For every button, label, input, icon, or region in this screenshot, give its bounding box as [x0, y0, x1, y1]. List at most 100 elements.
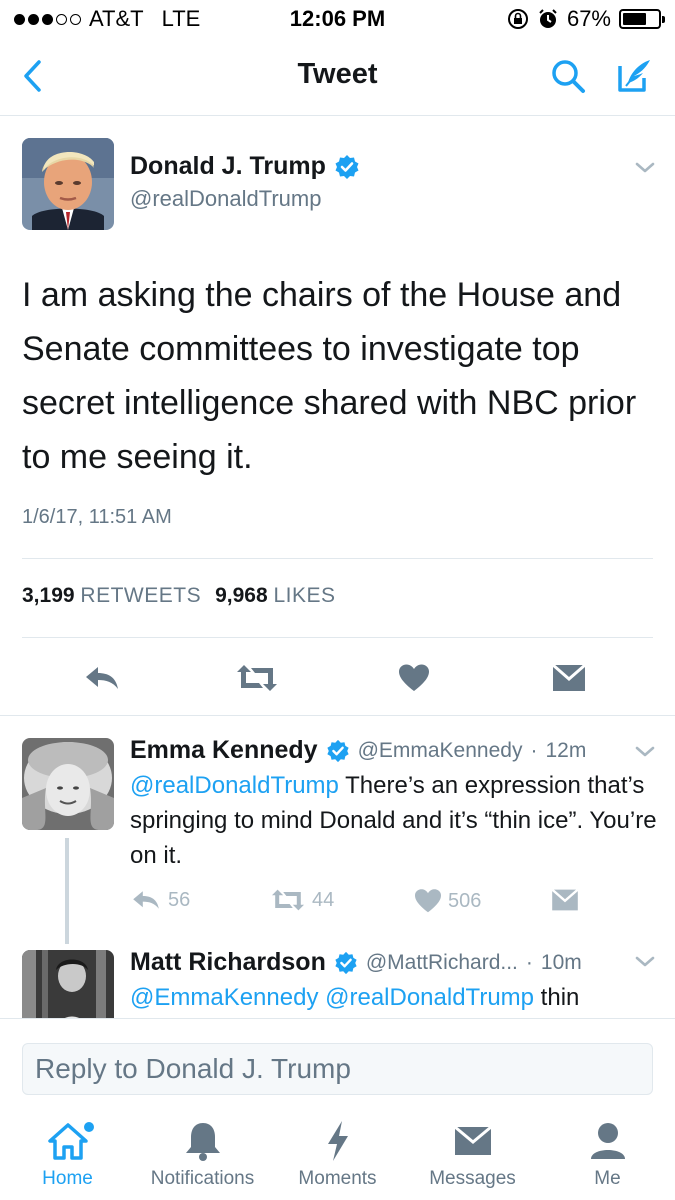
heart-icon — [399, 664, 429, 691]
reply-input[interactable]: Reply to Donald J. Trump — [22, 1043, 653, 1095]
direct-message-button[interactable] — [550, 888, 580, 912]
nav-bar: Tweet — [0, 38, 675, 116]
avatar[interactable] — [22, 950, 114, 1018]
network-label: LTE — [161, 6, 201, 31]
like-button[interactable] — [390, 656, 438, 700]
reply-author-name[interactable]: Matt Richardson — [130, 948, 326, 977]
tab-me-icon-wrap — [540, 1118, 675, 1164]
retweet-button[interactable] — [233, 656, 281, 700]
reply-body: thin — [534, 984, 580, 1011]
tab-label: Me — [594, 1168, 621, 1189]
reply-timestamp: 12m — [545, 738, 587, 762]
battery-percent: 67% — [566, 6, 611, 31]
likes-label: LIKES — [273, 584, 336, 607]
carrier-label: AT&T — [89, 6, 144, 31]
chevron-down-icon[interactable] — [632, 952, 658, 972]
tab-home-icon-wrap — [0, 1118, 135, 1164]
reply-timestamp: 10m — [540, 950, 582, 974]
envelope-icon — [453, 1125, 492, 1155]
status-bar: AT&T LTE 12:06 PM 67% — [0, 0, 675, 38]
reply-author-name[interactable]: Emma Kennedy — [130, 736, 318, 765]
likes-count: 9,968 — [215, 584, 268, 607]
reply-author-avatar-image — [22, 738, 114, 830]
tweet-stats: 3,199 RETWEETS 9,968 LIKES — [22, 584, 336, 608]
like-button[interactable]: 506 — [414, 888, 481, 914]
reply-header: Emma Kennedy @EmmaKennedy · 12m — [130, 736, 586, 765]
rotation-lock-icon — [507, 9, 528, 29]
retweet-count: 44 — [312, 888, 335, 911]
reply-tweet[interactable]: Emma Kennedy @EmmaKennedy · 12m @realDon… — [0, 716, 675, 946]
tweet-text: I am asking the chairs of the House and … — [22, 276, 637, 476]
mention-link[interactable]: @realDonaldTrump — [130, 772, 339, 799]
tab-label: Home — [42, 1168, 93, 1189]
like-count: 506 — [448, 889, 482, 912]
home-icon — [47, 1123, 88, 1160]
mention-link[interactable]: @EmmaKennedy @realDonaldTrump — [130, 984, 534, 1011]
compose-icon — [618, 60, 650, 92]
reply-author-handle[interactable]: @EmmaKennedy — [358, 739, 523, 763]
tab-notifications-icon-wrap — [135, 1118, 270, 1164]
reply-actions: 56 44 506 — [130, 888, 650, 924]
reply-composer: Reply to Donald J. Trump — [0, 1018, 675, 1110]
retweets-label: RETWEETS — [80, 584, 202, 607]
bell-icon — [185, 1123, 220, 1161]
author-name-row: Donald J. Trump — [130, 152, 360, 181]
compose-button[interactable] — [612, 54, 656, 98]
tab-messages[interactable]: Messages — [405, 1118, 540, 1200]
tab-moments[interactable]: Moments — [270, 1118, 405, 1200]
separator-dot: · — [530, 738, 538, 762]
thread-line — [65, 838, 69, 944]
retweets-stat[interactable]: 3,199 RETWEETS — [22, 584, 201, 608]
retweet-icon — [237, 665, 277, 691]
tab-home[interactable]: Home — [0, 1118, 135, 1200]
chevron-left-icon — [24, 60, 41, 92]
avatar[interactable] — [22, 138, 114, 230]
direct-message-button[interactable] — [545, 656, 593, 700]
status-right: 67% — [507, 6, 665, 32]
retweets-count: 3,199 — [22, 584, 75, 607]
search-button[interactable] — [546, 54, 590, 98]
reply-button[interactable] — [78, 656, 126, 700]
tab-messages-icon-wrap — [405, 1118, 540, 1164]
reply-icon — [133, 891, 159, 909]
alarm-icon — [539, 9, 557, 28]
reply-text: @EmmaKennedy @realDonaldTrump thin — [130, 980, 660, 1015]
verified-badge-icon — [326, 739, 349, 762]
author-name[interactable]: Donald J. Trump — [130, 152, 326, 181]
avatar[interactable] — [22, 738, 114, 830]
verified-badge-icon — [335, 154, 359, 179]
tab-notifications[interactable]: Notifications — [135, 1118, 270, 1200]
tab-label: Moments — [298, 1168, 377, 1189]
retweet-icon — [272, 889, 304, 911]
author-handle[interactable]: @realDonaldTrump — [130, 186, 321, 212]
divider — [22, 558, 653, 559]
chevron-down-icon[interactable] — [632, 742, 658, 762]
reply-author-avatar-image — [22, 950, 114, 1018]
tab-label: Messages — [429, 1168, 516, 1189]
envelope-icon — [552, 663, 586, 691]
likes-stat[interactable]: 9,968 LIKES — [215, 584, 335, 608]
separator-dot: · — [525, 950, 533, 974]
envelope-icon — [551, 888, 579, 911]
reply-button[interactable]: 56 — [130, 888, 190, 912]
main-tweet: Donald J. Trump @realDonaldTrump I am as… — [0, 116, 675, 716]
reply-author-handle[interactable]: @MattRichard... — [366, 951, 518, 975]
status-left: AT&T LTE — [14, 6, 200, 32]
battery-icon — [619, 9, 665, 29]
divider — [22, 637, 653, 638]
reply-text: @realDonaldTrump There’s an expression t… — [130, 768, 660, 873]
notification-dot — [84, 1122, 94, 1132]
retweet-button[interactable]: 44 — [270, 888, 334, 912]
reply-header: Matt Richardson @MattRichard... · 10m — [130, 948, 582, 977]
tab-me[interactable]: Me — [540, 1118, 675, 1200]
tab-moments-icon-wrap — [270, 1118, 405, 1164]
tweet-actions — [0, 656, 675, 704]
verified-badge-icon — [335, 951, 357, 974]
back-button[interactable] — [12, 56, 52, 96]
tab-label: Notifications — [150, 1168, 255, 1189]
search-icon — [552, 60, 585, 93]
lightning-icon — [327, 1121, 348, 1161]
chevron-down-icon[interactable] — [630, 156, 660, 178]
reply-count: 56 — [168, 888, 191, 911]
reply-tweet[interactable]: Matt Richardson @MattRichard... · 10m @E… — [0, 946, 675, 1018]
